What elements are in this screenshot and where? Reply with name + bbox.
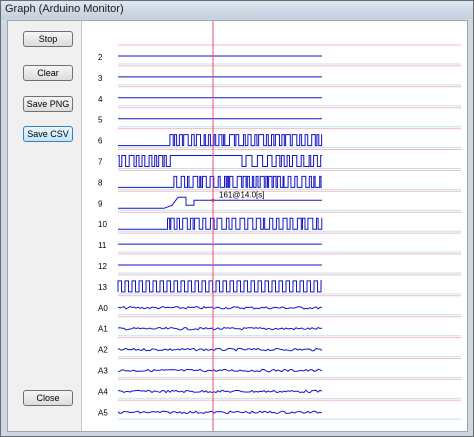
channel-label: 5 [98, 116, 103, 125]
channel-label: 6 [98, 137, 103, 146]
signal-trace [118, 155, 322, 167]
channel-label: 8 [98, 178, 103, 187]
graph-area[interactable]: 2 3 4 5 6 7 8 9 161@14.0[s] 10 11 12 13 A0 A1 A2 A3 A4 A5 [82, 21, 467, 431]
channel-label: 4 [98, 95, 103, 104]
channel-label: A2 [98, 346, 108, 355]
channel-label: A1 [98, 325, 108, 334]
channel-label: A4 [98, 387, 108, 396]
window-title: Graph (Arduino Monitor) [5, 3, 124, 15]
control-panel: Stop Clear Save PNG Save CSV Close [8, 21, 82, 431]
channel-label: 7 [98, 158, 103, 167]
signal-trace [117, 326, 323, 331]
stop-button[interactable]: Stop [23, 31, 73, 47]
channel-label: 12 [98, 262, 107, 271]
cursor-readout: 161@14.0[s] [219, 190, 264, 199]
save-csv-button[interactable]: Save CSV [23, 126, 73, 142]
title-bar[interactable]: Graph (Arduino Monitor) [1, 1, 473, 19]
channel-label: A0 [98, 304, 108, 313]
client-area: Stop Clear Save PNG Save CSV Close 2 3 4 5 6… [7, 20, 468, 432]
signal-trace [117, 305, 323, 310]
channel-label: A3 [98, 367, 108, 376]
signal-trace [117, 347, 323, 352]
channel-label: 3 [98, 74, 103, 83]
signal-trace [117, 280, 322, 293]
channel-label: 11 [98, 241, 107, 250]
close-button[interactable]: Close [23, 390, 73, 406]
signal-trace [117, 368, 323, 373]
save-png-button[interactable]: Save PNG [23, 96, 73, 112]
clear-button[interactable]: Clear [23, 65, 73, 81]
signal-trace [118, 134, 323, 147]
channel-label: 10 [98, 220, 107, 229]
app-window: Graph (Arduino Monitor) Stop Clear Save … [0, 0, 474, 437]
channel-label: A5 [98, 408, 108, 417]
channel-label: 9 [98, 199, 103, 208]
signal-trace [118, 175, 322, 188]
channel-label: 2 [98, 53, 103, 62]
signal-trace [118, 217, 323, 230]
signal-trace [117, 389, 323, 394]
channel-label: 13 [98, 283, 107, 292]
signal-trace [117, 410, 323, 415]
